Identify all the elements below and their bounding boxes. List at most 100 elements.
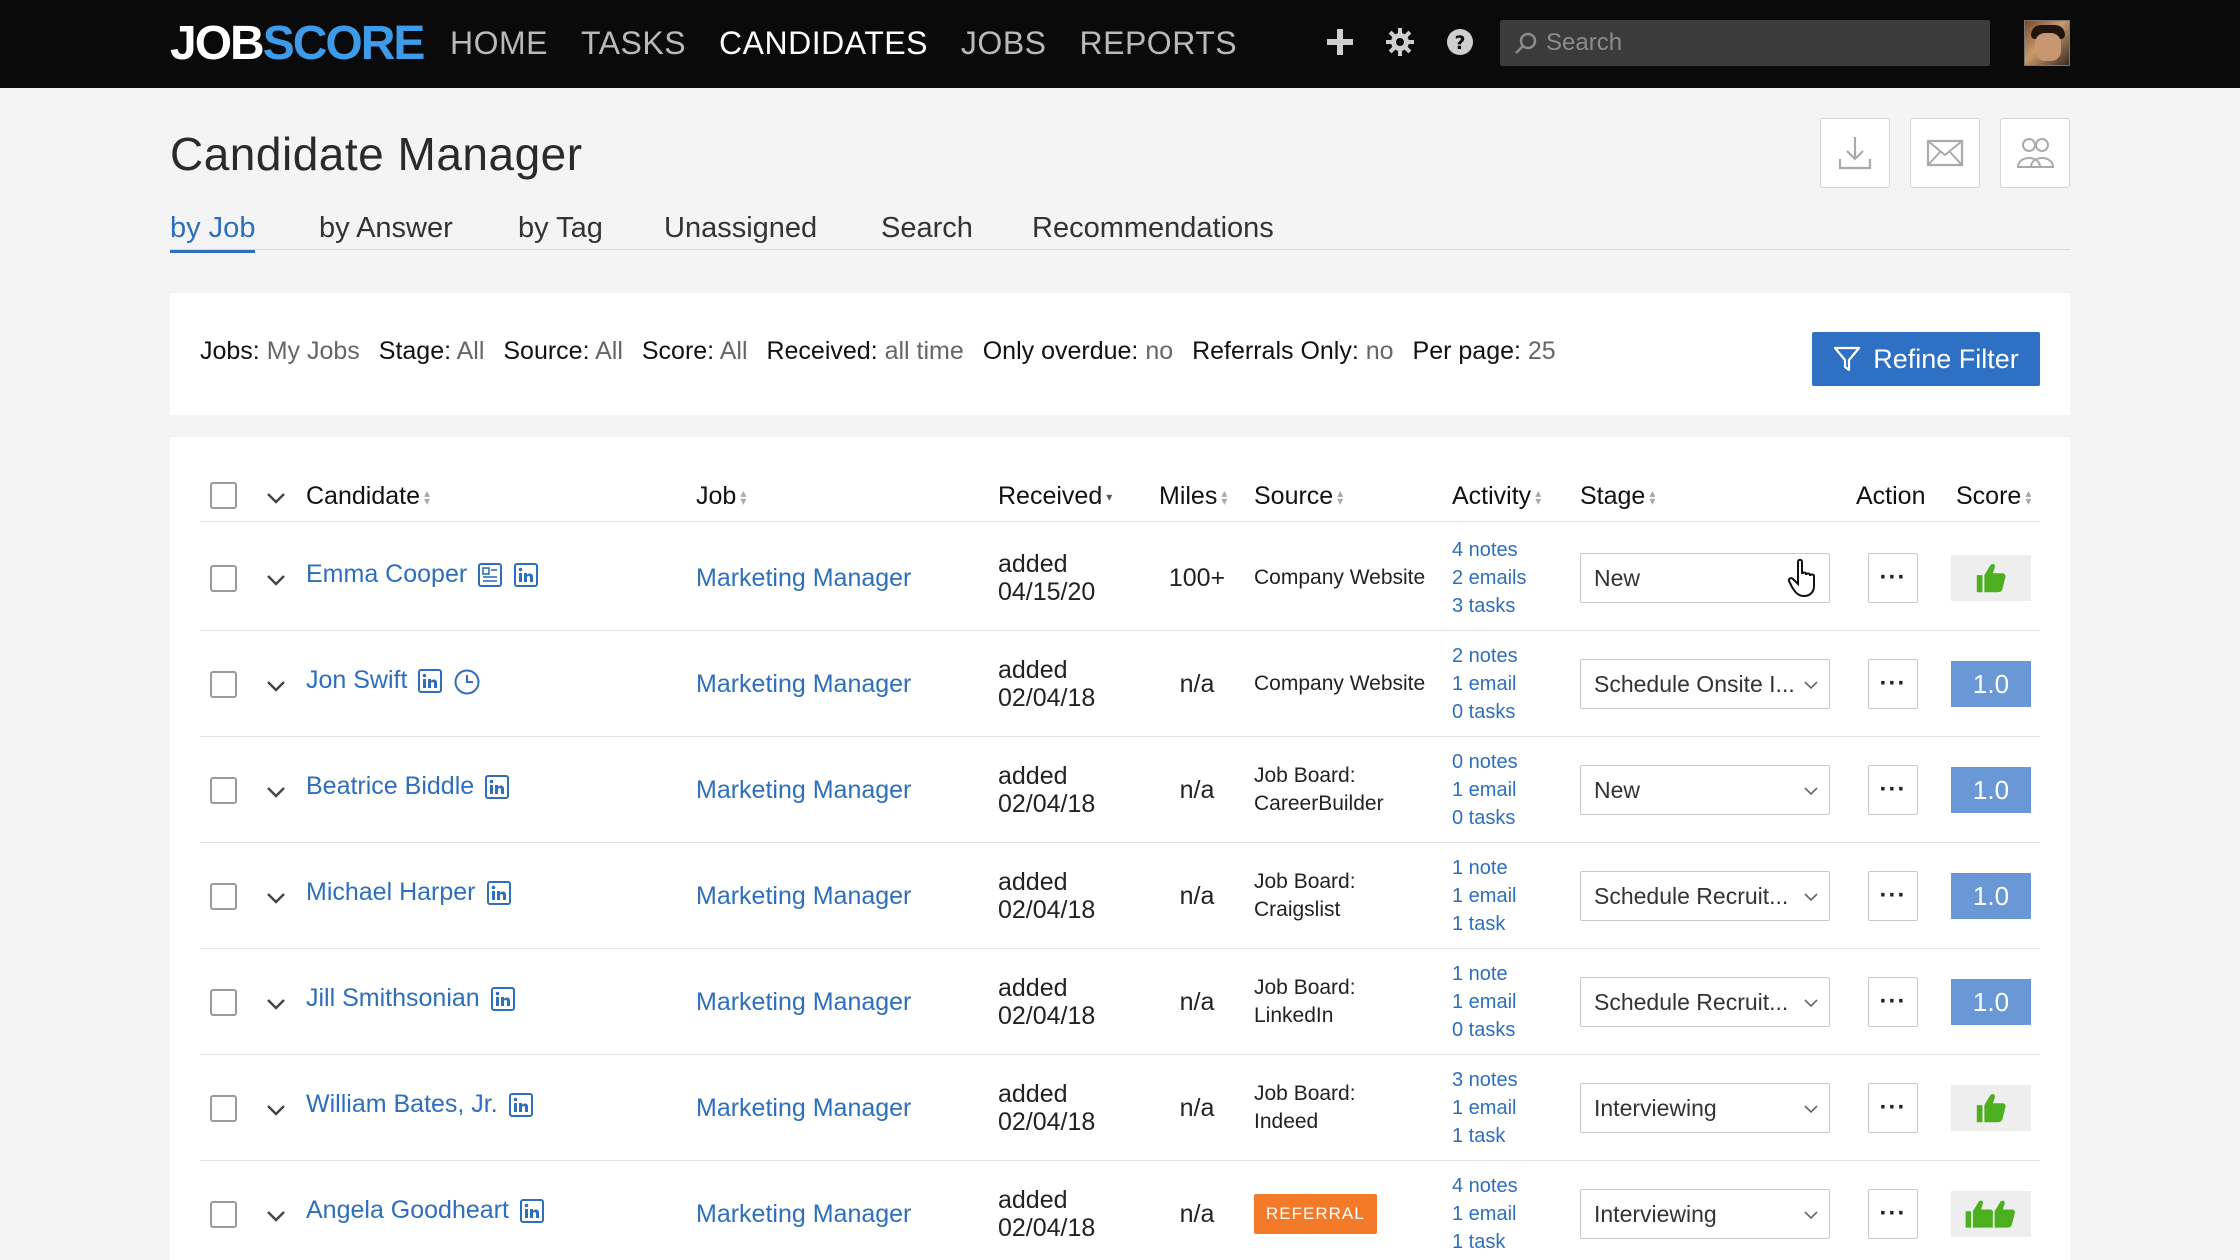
stage-select[interactable]: Interviewing: [1580, 1189, 1830, 1239]
emails-link[interactable]: 1 email: [1452, 670, 1518, 698]
chevron-down-icon[interactable]: [262, 1096, 290, 1124]
emails-link[interactable]: 1 email: [1452, 882, 1516, 910]
notes-link[interactable]: 4 notes: [1452, 1172, 1518, 1200]
job-link[interactable]: Marketing Manager: [696, 1200, 911, 1229]
job-link[interactable]: Marketing Manager: [696, 988, 911, 1017]
emails-link[interactable]: 1 email: [1452, 988, 1516, 1016]
more-actions-button[interactable]: ···: [1868, 1083, 1918, 1133]
candidate-name-link[interactable]: Angela Goodheart: [306, 1196, 509, 1225]
job-link[interactable]: Marketing Manager: [696, 1094, 911, 1123]
resume-icon[interactable]: [477, 562, 503, 588]
chevron-down-icon[interactable]: [262, 672, 290, 700]
tasks-link[interactable]: 0 tasks: [1452, 698, 1518, 726]
more-actions-button[interactable]: ···: [1868, 765, 1918, 815]
linkedin-icon[interactable]: [486, 880, 512, 906]
chevron-down-icon[interactable]: [262, 1202, 290, 1230]
job-link[interactable]: Marketing Manager: [696, 564, 911, 593]
chevron-down-icon[interactable]: [262, 566, 290, 594]
col-source[interactable]: Source ▴ ▾: [1254, 482, 1343, 511]
jobscore-logo[interactable]: JOBSCORE: [170, 16, 425, 72]
linkedin-icon[interactable]: [508, 1092, 534, 1118]
candidate-name-link[interactable]: Beatrice Biddle: [306, 772, 474, 801]
col-score[interactable]: Score ▴ ▾: [1956, 482, 2031, 511]
stage-select[interactable]: Interviewing: [1580, 1083, 1830, 1133]
candidate-name-link[interactable]: William Bates, Jr.: [306, 1090, 498, 1119]
col-received[interactable]: Received ▾: [998, 482, 1112, 511]
score-badge[interactable]: [1951, 555, 2031, 601]
candidate-name-link[interactable]: Jon Swift: [306, 666, 407, 695]
candidate-name-link[interactable]: Michael Harper: [306, 878, 476, 907]
job-link[interactable]: Marketing Manager: [696, 882, 911, 911]
linkedin-icon[interactable]: [519, 1198, 545, 1224]
tasks-link[interactable]: 1 task: [1452, 910, 1516, 938]
emails-link[interactable]: 2 emails: [1452, 564, 1526, 592]
stage-select[interactable]: New: [1580, 765, 1830, 815]
email-button[interactable]: [1910, 118, 1980, 188]
chevron-down-icon[interactable]: [262, 884, 290, 912]
score-badge[interactable]: [1951, 1191, 2031, 1237]
more-actions-button[interactable]: ···: [1868, 977, 1918, 1027]
stage-select[interactable]: Schedule Recruit...: [1580, 977, 1830, 1027]
tasks-link[interactable]: 0 tasks: [1452, 1016, 1516, 1044]
col-candidate[interactable]: Candidate ▴ ▾: [306, 482, 430, 511]
col-job[interactable]: Job ▴ ▾: [696, 482, 746, 511]
nav-jobs[interactable]: JOBS: [961, 22, 1047, 64]
avatar[interactable]: [2024, 20, 2070, 66]
tab-search[interactable]: Search: [881, 208, 973, 248]
col-miles[interactable]: Miles ▴ ▾: [1159, 482, 1227, 511]
row-checkbox[interactable]: [210, 671, 237, 698]
col-activity[interactable]: Activity ▴ ▾: [1452, 482, 1541, 511]
nav-home[interactable]: HOME: [450, 22, 548, 64]
tasks-link[interactable]: 1 task: [1452, 1122, 1518, 1150]
candidate-name-link[interactable]: Emma Cooper: [306, 560, 467, 589]
col-stage[interactable]: Stage ▴ ▾: [1580, 482, 1655, 511]
tasks-link[interactable]: 3 tasks: [1452, 592, 1526, 620]
stage-select[interactable]: Schedule Onsite I...: [1580, 659, 1830, 709]
row-checkbox[interactable]: [210, 989, 237, 1016]
download-button[interactable]: [1820, 118, 1890, 188]
nav-reports[interactable]: REPORTS: [1080, 22, 1238, 64]
notes-link[interactable]: 0 notes: [1452, 748, 1518, 776]
more-actions-button[interactable]: ···: [1868, 553, 1918, 603]
chevron-down-icon[interactable]: [262, 778, 290, 806]
group-button[interactable]: [2000, 118, 2070, 188]
tasks-link[interactable]: 0 tasks: [1452, 804, 1518, 832]
score-badge[interactable]: 1.0: [1951, 979, 2031, 1025]
tab-recommendations[interactable]: Recommendations: [1032, 208, 1274, 248]
emails-link[interactable]: 1 email: [1452, 1200, 1518, 1228]
clock-icon[interactable]: [453, 668, 480, 694]
linkedin-icon[interactable]: [490, 986, 516, 1012]
row-checkbox[interactable]: [210, 1095, 237, 1122]
search-input[interactable]: [1546, 29, 1966, 57]
select-all-checkbox[interactable]: [210, 482, 237, 509]
help-icon[interactable]: ?: [1440, 22, 1480, 62]
nav-candidates[interactable]: CANDIDATES: [719, 22, 928, 64]
score-badge[interactable]: 1.0: [1951, 767, 2031, 813]
candidate-name-link[interactable]: Jill Smithsonian: [306, 984, 480, 1013]
chevron-down-icon[interactable]: [262, 484, 290, 512]
more-actions-button[interactable]: ···: [1868, 659, 1918, 709]
job-link[interactable]: Marketing Manager: [696, 670, 911, 699]
tab-by-tag[interactable]: by Tag: [518, 208, 603, 248]
tab-unassigned[interactable]: Unassigned: [664, 208, 817, 248]
chevron-down-icon[interactable]: [262, 990, 290, 1018]
row-checkbox[interactable]: [210, 777, 237, 804]
stage-select[interactable]: Schedule Recruit...: [1580, 871, 1830, 921]
tab-by-job[interactable]: by Job: [170, 208, 256, 253]
nav-tasks[interactable]: TASKS: [581, 22, 686, 64]
row-checkbox[interactable]: [210, 1201, 237, 1228]
notes-link[interactable]: 3 notes: [1452, 1066, 1518, 1094]
score-badge[interactable]: 1.0: [1951, 873, 2031, 919]
tasks-link[interactable]: 1 task: [1452, 1228, 1518, 1256]
emails-link[interactable]: 1 email: [1452, 776, 1518, 804]
linkedin-icon[interactable]: [513, 562, 539, 588]
linkedin-icon[interactable]: [484, 774, 510, 800]
plus-icon[interactable]: [1320, 22, 1360, 62]
notes-link[interactable]: 1 note: [1452, 960, 1516, 988]
more-actions-button[interactable]: ···: [1868, 871, 1918, 921]
notes-link[interactable]: 1 note: [1452, 854, 1516, 882]
score-badge[interactable]: 1.0: [1951, 661, 2031, 707]
more-actions-button[interactable]: ···: [1868, 1189, 1918, 1239]
score-badge[interactable]: [1951, 1085, 2031, 1131]
notes-link[interactable]: 4 notes: [1452, 536, 1526, 564]
